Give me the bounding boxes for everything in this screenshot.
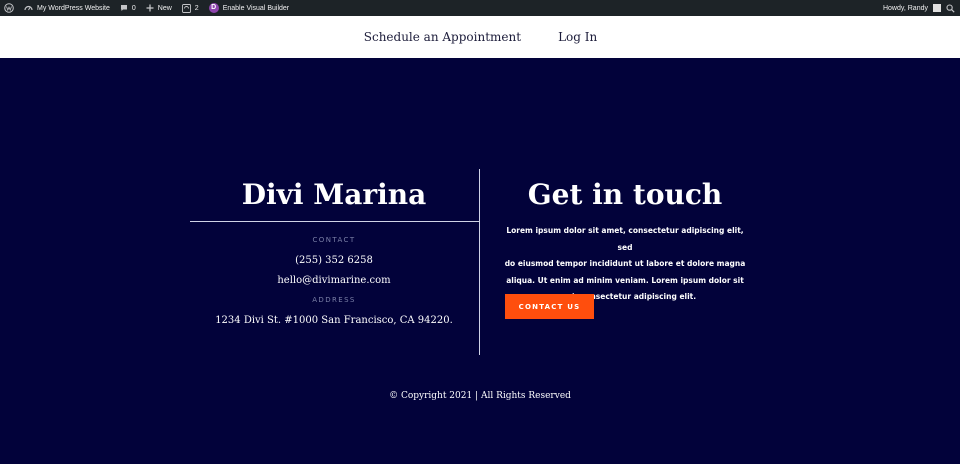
site-name: My WordPress Website xyxy=(37,4,110,12)
enable-visual-builder-link[interactable]: D Enable Visual Builder xyxy=(208,0,290,16)
dashboard-icon xyxy=(24,4,33,13)
scrollbar[interactable] xyxy=(951,16,960,58)
text-line: Lorem ipsum dolor sit amet, consectetur … xyxy=(506,226,744,252)
street-address: 1234 Divi St. #1000 San Francisco, CA 94… xyxy=(215,315,453,326)
comments-link[interactable]: 0 xyxy=(120,0,136,16)
vertical-divider xyxy=(479,169,480,355)
get-in-touch-title: Get in touch xyxy=(527,178,723,211)
updates-link[interactable]: 2 xyxy=(181,0,199,16)
plus-icon xyxy=(146,4,154,12)
main-nav: Schedule an Appointment Log In xyxy=(0,16,951,58)
email-address[interactable]: hello@divimarine.com xyxy=(190,275,478,286)
site-header: Schedule an Appointment Log In xyxy=(0,16,960,58)
comment-icon xyxy=(120,4,128,12)
user-greeting[interactable]: Howdy, Randy xyxy=(883,5,928,12)
contact-label: CONTACT xyxy=(312,236,356,244)
comments-count: 0 xyxy=(131,4,136,12)
new-content-link[interactable]: New xyxy=(146,0,172,16)
nav-log-in[interactable]: Log In xyxy=(558,30,597,44)
new-label: New xyxy=(157,4,172,12)
contact-us-button[interactable]: CONTACT US xyxy=(505,294,594,319)
phone-number: (255) 352 6258 xyxy=(295,255,373,266)
admin-bar: My WordPress Website 0 New 2 D Enable Vi… xyxy=(0,0,960,16)
copyright-text: © Copyright 2021 | All Rights Reserved xyxy=(389,391,571,401)
nav-schedule-appointment[interactable]: Schedule an Appointment xyxy=(364,30,521,44)
text-line: do eiusmod tempor incididunt ut labore e… xyxy=(504,259,746,268)
company-title: Divi Marina xyxy=(241,178,427,211)
updates-icon xyxy=(181,3,191,13)
updates-count: 2 xyxy=(194,4,199,12)
avatar[interactable] xyxy=(933,4,941,12)
horizontal-divider xyxy=(190,221,479,222)
wordpress-menu[interactable] xyxy=(4,0,14,16)
divi-icon: D xyxy=(208,3,219,13)
site-name-link[interactable]: My WordPress Website xyxy=(24,0,110,16)
search-icon[interactable] xyxy=(946,3,955,13)
wordpress-icon xyxy=(4,3,14,13)
visual-builder-label: Enable Visual Builder xyxy=(222,4,290,12)
text-line: aliqua. Ut enim ad minim veniam. Lorem i… xyxy=(506,275,744,285)
address-label: ADDRESS xyxy=(312,296,356,304)
